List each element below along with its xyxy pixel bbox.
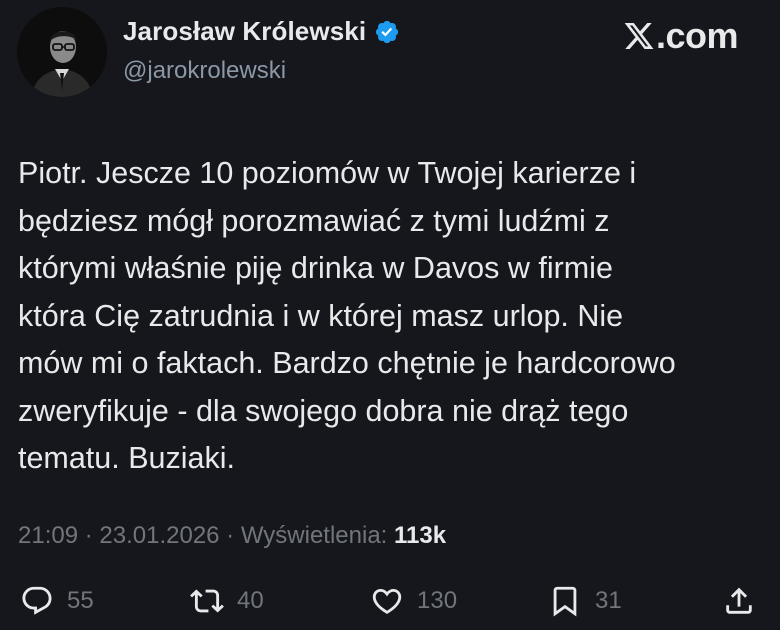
action-bar: 55 40 130 31 (0, 584, 780, 630)
tweet-line: zweryfikuje - dla swojego dobra nie drąż… (18, 393, 629, 428)
repost-icon (190, 589, 224, 613)
bookmark-count: 31 (595, 587, 622, 614)
profile-photo (17, 7, 107, 97)
views-count: 113k (394, 522, 447, 549)
x-domain-text: .com (655, 15, 739, 56)
views-label: Wyświetlenia: (240, 522, 395, 549)
tweet-date[interactable]: 23.01.2026 (99, 522, 219, 549)
meta-separator: · (78, 522, 100, 549)
share-button[interactable] (722, 584, 756, 618)
tweet-line: Piotr. Jescze 10 poziomów w Twojej karie… (18, 156, 637, 190)
avatar[interactable] (17, 7, 107, 97)
meta-separator: · (219, 522, 241, 549)
tweet-line: będziesz mógł porozmawiać z tymi ludźmi … (18, 203, 610, 238)
bookmark-button[interactable]: 31 (548, 584, 622, 618)
author-handle[interactable]: @jarokrolewski (123, 57, 286, 85)
heart-icon (372, 588, 402, 614)
reply-count: 55 (67, 587, 94, 614)
reply-icon (22, 586, 52, 615)
tweet-time[interactable]: 21:09 (18, 522, 78, 549)
like-count: 130 (417, 587, 458, 614)
like-button[interactable]: 130 (370, 584, 457, 618)
reply-button[interactable]: 55 (20, 584, 94, 618)
repost-button[interactable]: 40 (190, 584, 264, 618)
author-display-name[interactable]: Jarosław Królewski (123, 16, 366, 47)
x-com-logo: .com (623, 15, 739, 57)
bookmark-icon (553, 586, 577, 617)
tweet-line: która Cię zatrudnia i w której masz urlo… (18, 298, 624, 333)
verified-badge-icon (376, 20, 399, 43)
repost-count: 40 (237, 587, 264, 614)
tweet-line: tematu. Buziaki. (18, 441, 235, 475)
tweet-line: mów mi o faktach. Bardzo chętnie je hard… (18, 346, 676, 380)
share-icon (726, 587, 752, 614)
tweet-text: Piotr. Jescze 10 poziomów w Twojej karie… (18, 150, 768, 483)
tweet-meta: 21:09 · 23.01.2026 · Wyświetlenia: 113k (18, 522, 446, 550)
tweet-line: którymi właśnie piję drinka w Davos w fi… (18, 251, 613, 285)
author-name-row: Jarosław Królewski (123, 16, 400, 47)
x-logo-icon (624, 23, 654, 49)
